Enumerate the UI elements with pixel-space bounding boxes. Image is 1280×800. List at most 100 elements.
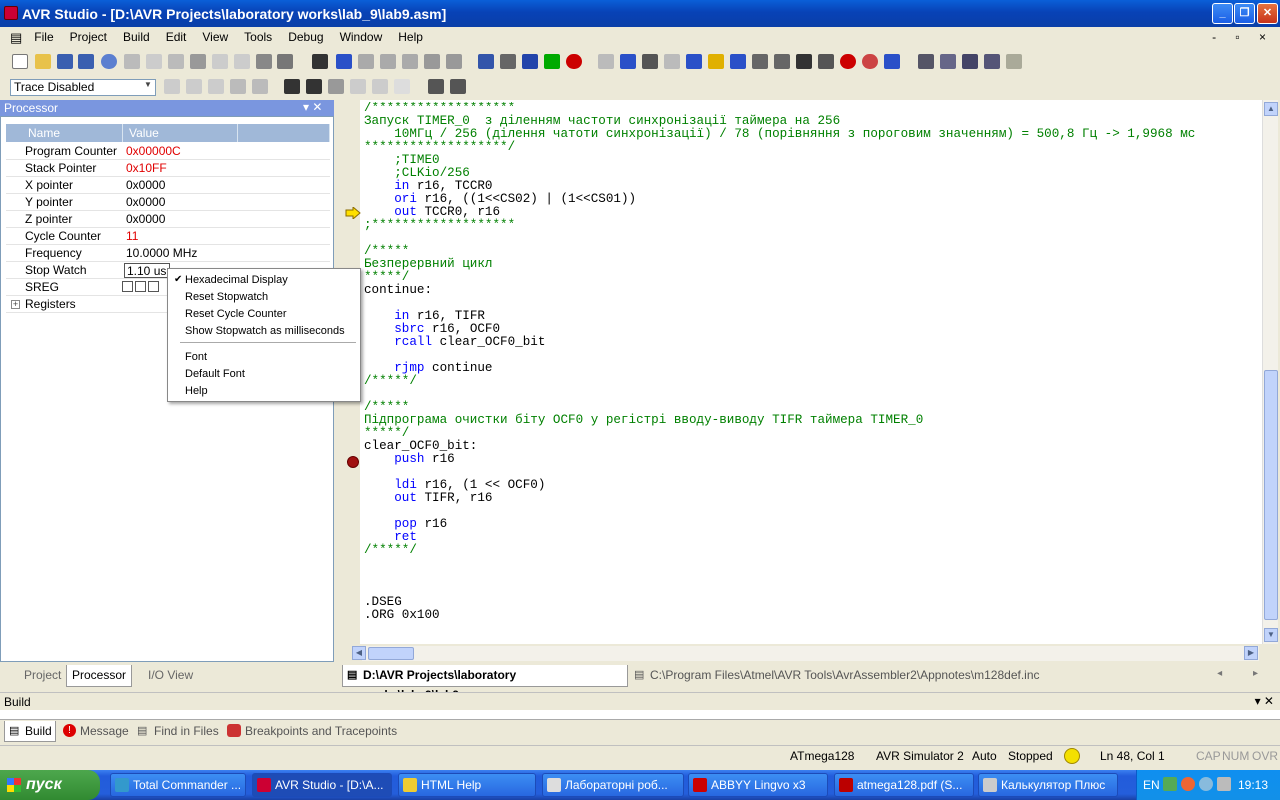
- window-icon[interactable]: [256, 54, 272, 69]
- processor-row[interactable]: Stack Pointer 0x10FF: [6, 160, 330, 177]
- trace-icon-8[interactable]: [372, 79, 388, 94]
- step-into-icon[interactable]: [686, 54, 702, 69]
- tray-network-icon[interactable]: [1199, 777, 1213, 791]
- code-line[interactable]: Підпрограма очистки біту OCF0 у регістрі…: [364, 414, 1254, 427]
- find-icon[interactable]: [277, 54, 293, 69]
- tray-app-icon[interactable]: [1163, 777, 1177, 791]
- tab-project[interactable]: Project: [4, 665, 66, 687]
- redo-icon[interactable]: [234, 54, 250, 69]
- build-icon[interactable]: [500, 54, 516, 69]
- tab-io-view[interactable]: I/O View: [128, 665, 198, 687]
- language-indicator[interactable]: EN: [1143, 778, 1160, 792]
- chevron-down-icon[interactable]: ▼: [144, 80, 152, 89]
- trace-icon-3[interactable]: [208, 79, 224, 94]
- menu-default-font[interactable]: Default Font: [185, 368, 245, 380]
- menu-show-stopwatch-ms[interactable]: Show Stopwatch as milliseconds: [185, 325, 345, 337]
- menu-build[interactable]: Build: [115, 28, 158, 47]
- tab-message[interactable]: ! Message: [62, 721, 129, 742]
- code-line[interactable]: rcall clear_OCF0_bit: [364, 336, 1254, 349]
- trace-icon-6[interactable]: [328, 79, 344, 94]
- vertical-scroll-thumb[interactable]: [1264, 370, 1278, 620]
- processor-row[interactable]: Y pointer 0x0000: [6, 194, 330, 211]
- code-line[interactable]: Безперервний цикл: [364, 258, 1254, 271]
- avr-icon[interactable]: [306, 79, 322, 94]
- breakpoint-icon[interactable]: [840, 54, 856, 69]
- processor-row[interactable]: X pointer 0x0000: [6, 177, 330, 194]
- code-line[interactable]: *******************/: [364, 141, 1254, 154]
- task-total-commander[interactable]: Total Commander ...: [110, 773, 246, 797]
- menu-tools[interactable]: Tools: [236, 28, 280, 47]
- scroll-up-icon[interactable]: ▲: [1264, 102, 1278, 116]
- code-line[interactable]: [364, 297, 1254, 310]
- code-line[interactable]: [364, 388, 1254, 401]
- code-line[interactable]: out TIFR, r16: [364, 492, 1254, 505]
- menu-reset-cycle-counter[interactable]: Reset Cycle Counter: [185, 308, 287, 320]
- scroll-down-icon[interactable]: ▼: [1264, 628, 1278, 642]
- scroll-left-icon[interactable]: ◀: [352, 646, 366, 660]
- menu-window[interactable]: Window: [332, 28, 391, 47]
- tab-find-in-files[interactable]: ▤ Find in Files: [136, 721, 219, 742]
- maximize-button[interactable]: ❐: [1234, 3, 1255, 24]
- code-line[interactable]: /*****/: [364, 544, 1254, 557]
- print-icon[interactable]: [190, 54, 206, 69]
- code-line[interactable]: rjmp continue: [364, 362, 1254, 375]
- processor-pane-buttons[interactable]: ▾ ✕: [303, 100, 322, 114]
- column-value[interactable]: Value: [123, 124, 238, 142]
- register-view-icon[interactable]: [940, 54, 956, 69]
- column-name[interactable]: Name: [6, 124, 123, 142]
- bookmark-icon[interactable]: [336, 54, 352, 69]
- document-icon[interactable]: ▤: [6, 28, 26, 47]
- menu-help[interactable]: Help: [390, 28, 431, 47]
- breakpoint-marker-icon[interactable]: [347, 456, 359, 468]
- minimize-button[interactable]: _: [1212, 3, 1233, 24]
- task-calculator[interactable]: Калькулятор Плюс: [978, 773, 1118, 797]
- build-output[interactable]: [0, 710, 1280, 720]
- ac-icon[interactable]: [544, 54, 560, 69]
- task-avr-studio[interactable]: AVR Studio - [D:\A...: [252, 773, 392, 797]
- step-out-icon[interactable]: [730, 54, 746, 69]
- trace-icon-9[interactable]: [428, 79, 444, 94]
- task-labs[interactable]: Лабораторні роб...: [542, 773, 684, 797]
- debug-record-icon[interactable]: [566, 54, 582, 69]
- code-line[interactable]: [364, 583, 1254, 596]
- braces-icon[interactable]: [796, 54, 812, 69]
- reset-icon[interactable]: [642, 54, 658, 69]
- binoculars-icon[interactable]: [312, 54, 328, 69]
- code-line[interactable]: pop r16: [364, 518, 1254, 531]
- code-line[interactable]: continue:: [364, 284, 1254, 297]
- app-icon[interactable]: [4, 6, 18, 20]
- code-line[interactable]: ret: [364, 531, 1254, 544]
- quickwatch-icon[interactable]: [818, 54, 834, 69]
- new-file-icon[interactable]: [12, 54, 28, 69]
- open-icon[interactable]: [35, 54, 51, 69]
- mdi-controls[interactable]: - ▫ ×: [1212, 30, 1274, 44]
- processor-row[interactable]: Frequency 10.0000 MHz: [6, 245, 330, 262]
- stop-icon[interactable]: [620, 54, 636, 69]
- menu-project[interactable]: Project: [62, 28, 115, 47]
- menu-file[interactable]: File: [26, 28, 61, 47]
- bookmark-next-icon[interactable]: [358, 54, 374, 69]
- code-line[interactable]: [364, 570, 1254, 583]
- watch-view-icon[interactable]: [918, 54, 934, 69]
- save-icon[interactable]: [57, 54, 73, 69]
- autostep-icon[interactable]: [774, 54, 790, 69]
- code-line[interactable]: ldi r16, (1 << OCF0): [364, 479, 1254, 492]
- build-pane-buttons[interactable]: ▾ ✕: [1255, 694, 1274, 708]
- trace-icon-10[interactable]: [450, 79, 466, 94]
- trace-icon-7[interactable]: [350, 79, 366, 94]
- code-line[interactable]: .ORG 0x100: [364, 609, 1254, 622]
- sreg-flag-box[interactable]: [148, 281, 159, 292]
- task-html-help[interactable]: HTML Help: [398, 773, 536, 797]
- assemble-icon[interactable]: [478, 54, 494, 69]
- tab-build[interactable]: ▤ Build: [4, 721, 56, 742]
- cut-icon[interactable]: [124, 54, 140, 69]
- code-line[interactable]: [364, 232, 1254, 245]
- remove-breakpoints-icon[interactable]: [862, 54, 878, 69]
- save-all-icon[interactable]: [78, 54, 94, 69]
- code-line[interactable]: /*****/: [364, 375, 1254, 388]
- menu-view[interactable]: View: [194, 28, 236, 47]
- memory-view-icon[interactable]: [962, 54, 978, 69]
- code-line[interactable]: *****/: [364, 427, 1254, 440]
- code-line[interactable]: [364, 557, 1254, 570]
- editor-tab-lab9[interactable]: ▤D:\AVR Projects\laboratory works\lab_9\…: [342, 665, 628, 702]
